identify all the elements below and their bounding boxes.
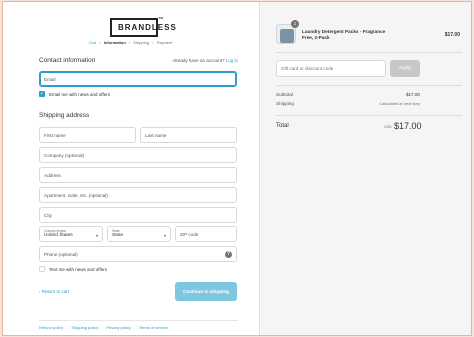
newsletter-checkbox[interactable]: ✓ <box>39 91 45 97</box>
city-input[interactable]: City <box>39 207 237 223</box>
zip-input[interactable]: ZIP code <box>175 226 237 242</box>
product-price: $17.00 <box>444 32 460 38</box>
login-link[interactable]: Log in <box>226 58 238 63</box>
newsletter-option[interactable]: ✓ Email me with news and offers <box>39 91 110 97</box>
subtotal-row: Subtotal $17.00 <box>276 92 420 97</box>
breadcrumb-cart[interactable]: Cart <box>89 40 97 45</box>
sms-label: Text me with news and offers <box>49 266 107 272</box>
logo-text: BRANDLESS <box>110 18 176 37</box>
state-select-value: State <box>112 233 124 238</box>
order-summary: 1 Laundry Detergent Packs - Fragrance Fr… <box>259 2 471 335</box>
first-name-input[interactable]: First name <box>39 127 136 143</box>
summary-divider <box>276 115 462 116</box>
company-input[interactable]: Company (optional) <box>39 147 237 163</box>
chevron-down-icon: ▾ <box>163 233 166 238</box>
shipping-label: Shipping <box>276 101 294 106</box>
discount-code-input[interactable]: Gift card or discount code <box>276 60 386 77</box>
breadcrumb: Cart › Information › Shipping › Payment <box>3 40 258 45</box>
checkout-page: BRANDLESS TM Cart › Information › Shippi… <box>2 1 472 336</box>
summary-divider <box>276 52 462 53</box>
sms-checkbox[interactable] <box>39 266 45 272</box>
total-currency: USD <box>384 125 392 129</box>
breadcrumb-separator: › <box>152 40 154 45</box>
chevron-down-icon: ▾ <box>95 233 98 238</box>
total-amount: $17.00 <box>394 121 422 131</box>
address-input[interactable]: Address <box>39 167 237 183</box>
email-input[interactable]: Email <box>39 71 237 87</box>
country-select-value: United States <box>44 233 73 238</box>
quantity-badge: 1 <box>291 20 299 28</box>
subtotal-label: Subtotal <box>276 92 293 97</box>
apply-discount-button[interactable]: Apply <box>390 60 420 77</box>
total-label: Total <box>276 123 289 129</box>
sms-option[interactable]: Text me with news and offers <box>39 266 107 272</box>
product-name: Laundry Detergent Packs - Fragrance Free… <box>302 29 386 40</box>
privacy-policy-link[interactable]: Privacy policy <box>106 325 130 330</box>
apartment-input[interactable]: Apartment, suite, etc. (optional) <box>39 187 237 203</box>
footer-divider <box>39 320 238 321</box>
summary-divider <box>276 85 462 86</box>
newsletter-label: Email me with news and offers <box>49 91 110 97</box>
breadcrumb-information: Information <box>103 40 126 45</box>
contact-section-title: Contact information <box>39 57 96 64</box>
brand-logo[interactable]: BRANDLESS TM <box>110 16 176 37</box>
trademark-mark: TM <box>158 16 163 20</box>
phone-input[interactable]: Phone (optional) ? <box>39 246 237 262</box>
phone-placeholder: Phone (optional) <box>44 251 78 257</box>
shipping-row: Shipping Calculated at next step <box>276 101 420 106</box>
breadcrumb-separator: › <box>128 40 131 45</box>
product-image <box>280 29 294 43</box>
return-to-cart-link[interactable]: ‹ Return to cart <box>39 289 69 294</box>
refund-policy-link[interactable]: Refund policy <box>39 325 63 330</box>
shipping-value: Calculated at next step <box>379 101 420 106</box>
account-prompt-text: Already have an account? <box>172 58 225 63</box>
state-select[interactable]: State State ▾ <box>107 226 171 242</box>
breadcrumb-payment: Payment <box>156 40 173 45</box>
account-prompt: Already have an account? Log in <box>172 58 238 63</box>
breadcrumb-shipping: Shipping <box>133 40 149 45</box>
subtotal-value: $17.00 <box>405 92 420 97</box>
continue-to-shipping-button[interactable]: Continue to shipping <box>175 282 237 301</box>
shipping-section-title: Shipping address <box>39 112 90 119</box>
checkout-main: BRANDLESS TM Cart › Information › Shippi… <box>3 2 258 335</box>
country-select[interactable]: Country/region United States ▾ <box>39 226 103 242</box>
last-name-input[interactable]: Last name <box>140 127 237 143</box>
shipping-policy-link[interactable]: Shipping policy <box>71 325 98 330</box>
help-icon[interactable]: ? <box>225 251 232 258</box>
breadcrumb-separator: › <box>99 40 101 45</box>
footer-links: Refund policy Shipping policy Privacy po… <box>39 325 175 330</box>
terms-of-service-link[interactable]: Terms of service <box>139 325 168 330</box>
